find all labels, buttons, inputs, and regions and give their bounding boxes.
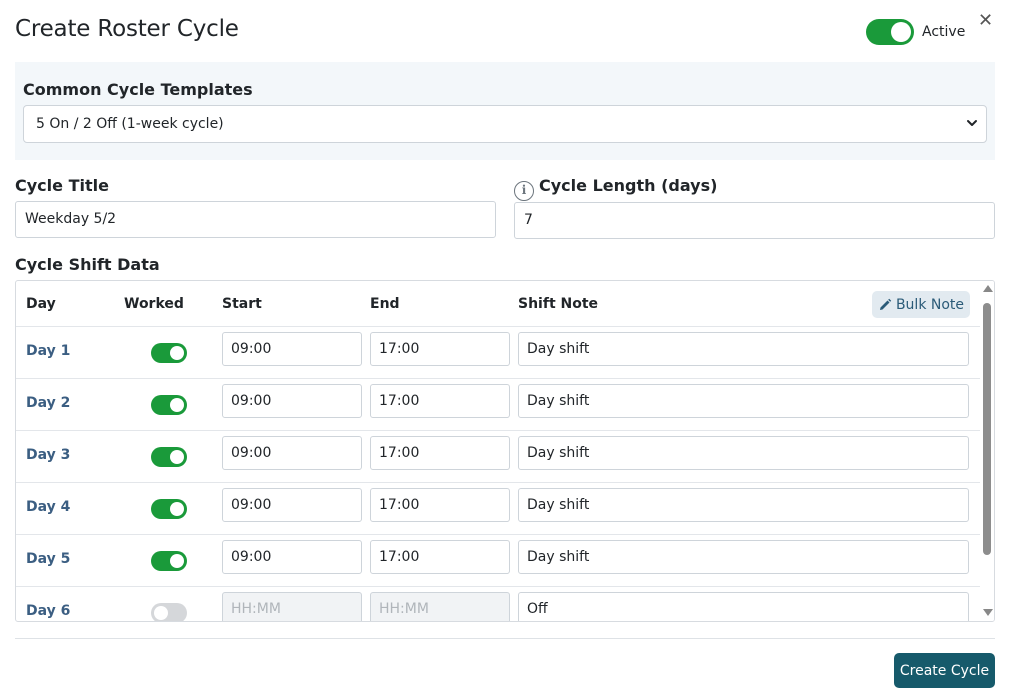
shift-table: Day Worked Start End Shift Note Bulk Not… <box>15 280 995 622</box>
bulk-note-label: Bulk Note <box>895 296 965 313</box>
cycle-length-input[interactable]: 7 <box>514 202 995 239</box>
bulk-note-button[interactable]: Bulk Note <box>872 291 970 318</box>
worked-toggle[interactable] <box>151 603 187 621</box>
table-row: Day 6 HH:MM HH:MM Off <box>16 587 980 621</box>
end-time-input[interactable]: 17:00 <box>370 488 510 522</box>
create-cycle-button[interactable]: Create Cycle <box>894 653 995 688</box>
toggle-knob <box>170 450 184 464</box>
scroll-thumb[interactable] <box>983 303 991 555</box>
end-time-input[interactable]: 17:00 <box>370 384 510 418</box>
info-icon[interactable]: i <box>514 181 534 201</box>
shift-note-input[interactable]: Day shift <box>518 540 969 574</box>
active-toggle-group: Active <box>866 19 965 45</box>
toggle-knob <box>154 606 168 620</box>
start-time-input: HH:MM <box>222 592 362 621</box>
cycle-title-input[interactable]: Weekday 5/2 <box>15 201 496 238</box>
col-shift-note: Shift Note <box>518 296 599 312</box>
table-row: Day 5 09:00 17:00 Day shift <box>16 535 980 587</box>
day-label: Day 1 <box>26 343 71 359</box>
col-end: End <box>370 296 400 312</box>
end-time-input[interactable]: 17:00 <box>370 436 510 470</box>
shift-note-input[interactable]: Day shift <box>518 436 969 470</box>
footer-divider <box>15 638 995 639</box>
toggle-knob <box>170 398 184 412</box>
table-row: Day 3 09:00 17:00 Day shift <box>16 431 980 483</box>
pencil-icon <box>879 298 892 310</box>
start-time-input[interactable]: 09:00 <box>222 436 362 470</box>
dialog-title: Create Roster Cycle <box>15 16 239 42</box>
table-row: Day 2 09:00 17:00 Day shift <box>16 379 980 431</box>
start-time-input[interactable]: 09:00 <box>222 332 362 366</box>
col-worked: Worked <box>124 296 184 312</box>
worked-toggle[interactable] <box>151 343 187 363</box>
shift-note-input[interactable]: Day shift <box>518 488 969 522</box>
worked-toggle[interactable] <box>151 499 187 519</box>
worked-toggle[interactable] <box>151 551 187 571</box>
toggle-knob <box>170 346 184 360</box>
table-row: Day 4 09:00 17:00 Day shift <box>16 483 980 535</box>
end-time-input[interactable]: 17:00 <box>370 332 510 366</box>
toggle-knob <box>170 502 184 516</box>
start-time-input[interactable]: 09:00 <box>222 540 362 574</box>
col-start: Start <box>222 296 262 312</box>
table-header: Day Worked Start End Shift Note Bulk Not… <box>16 281 980 327</box>
toggle-knob <box>891 22 911 42</box>
shift-data-label: Cycle Shift Data <box>15 255 160 274</box>
day-label: Day 3 <box>26 447 71 463</box>
worked-toggle[interactable] <box>151 395 187 415</box>
scroll-up-arrow[interactable] <box>983 285 993 292</box>
template-select-value: 5 On / 2 Off (1-week cycle) <box>36 116 224 132</box>
shift-note-input[interactable]: Day shift <box>518 332 969 366</box>
active-toggle[interactable] <box>866 19 914 45</box>
close-icon[interactable]: ✕ <box>978 12 993 30</box>
end-time-input: HH:MM <box>370 592 510 621</box>
start-time-input[interactable]: 09:00 <box>222 384 362 418</box>
day-label: Day 4 <box>26 499 71 515</box>
chevron-down-icon <box>967 120 977 126</box>
cycle-length-label: Cycle Length (days) <box>539 176 718 195</box>
col-day: Day <box>26 296 56 312</box>
template-select[interactable]: 5 On / 2 Off (1-week cycle) <box>23 105 987 143</box>
day-label: Day 5 <box>26 551 71 567</box>
active-label: Active <box>922 24 966 40</box>
table-scrollbar[interactable] <box>980 281 994 621</box>
table-row: Day 1 09:00 17:00 Day shift <box>16 327 980 379</box>
end-time-input[interactable]: 17:00 <box>370 540 510 574</box>
start-time-input[interactable]: 09:00 <box>222 488 362 522</box>
scroll-down-arrow[interactable] <box>983 609 993 616</box>
shift-note-input[interactable]: Day shift <box>518 384 969 418</box>
day-label: Day 2 <box>26 395 71 411</box>
worked-toggle[interactable] <box>151 447 187 467</box>
templates-label: Common Cycle Templates <box>23 80 253 99</box>
day-label: Day 6 <box>26 603 71 619</box>
toggle-knob <box>170 554 184 568</box>
shift-note-input[interactable]: Off <box>518 592 969 621</box>
cycle-title-label: Cycle Title <box>15 176 109 195</box>
cycle-length-label-group: i Cycle Length (days) <box>514 176 717 201</box>
templates-panel: Common Cycle Templates 5 On / 2 Off (1-w… <box>15 62 995 160</box>
